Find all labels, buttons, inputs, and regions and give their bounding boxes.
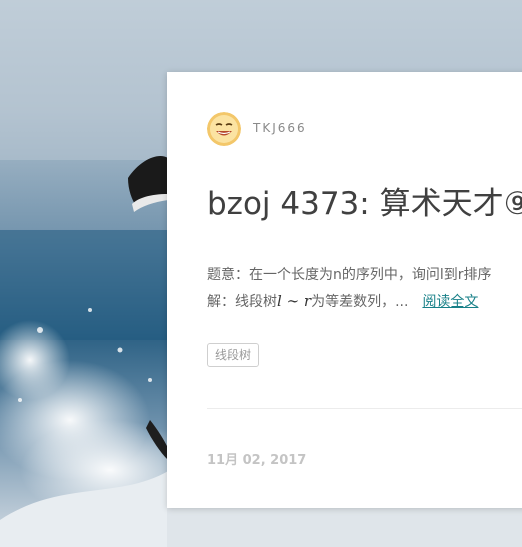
excerpt-suffix: 为等差数列，...	[311, 294, 409, 310]
excerpt-line-2: 解：线段树l ∼ r为等差数列，... 阅读全文	[207, 288, 522, 315]
page-background: TKJ666 bzoj 4373: 算术天才⑨- 题意：在一个长度为n的序列中，…	[0, 0, 522, 547]
read-more-link[interactable]: 阅读全文	[422, 294, 478, 310]
excerpt-line-1: 题意：在一个长度为n的序列中，询问l到r排序	[207, 267, 492, 283]
tag-segment-tree[interactable]: 线段树	[207, 343, 260, 367]
smiley-avatar-icon[interactable]	[207, 112, 241, 146]
author-name[interactable]: TKJ666	[253, 121, 307, 135]
divider	[207, 408, 522, 409]
post-title[interactable]: bzoj 4373: 算术天才⑨-	[207, 182, 522, 226]
post-excerpt: 题意：在一个长度为n的序列中，询问l到r排序 解：线段树l ∼ r为等差数列，.…	[207, 262, 522, 315]
post-date: 11月 02, 2017	[207, 453, 307, 468]
excerpt-math: l ∼ r	[277, 292, 312, 310]
post-card: TKJ666 bzoj 4373: 算术天才⑨- 题意：在一个长度为n的序列中，…	[167, 72, 522, 508]
excerpt-prefix: 解：线段树	[207, 294, 277, 310]
